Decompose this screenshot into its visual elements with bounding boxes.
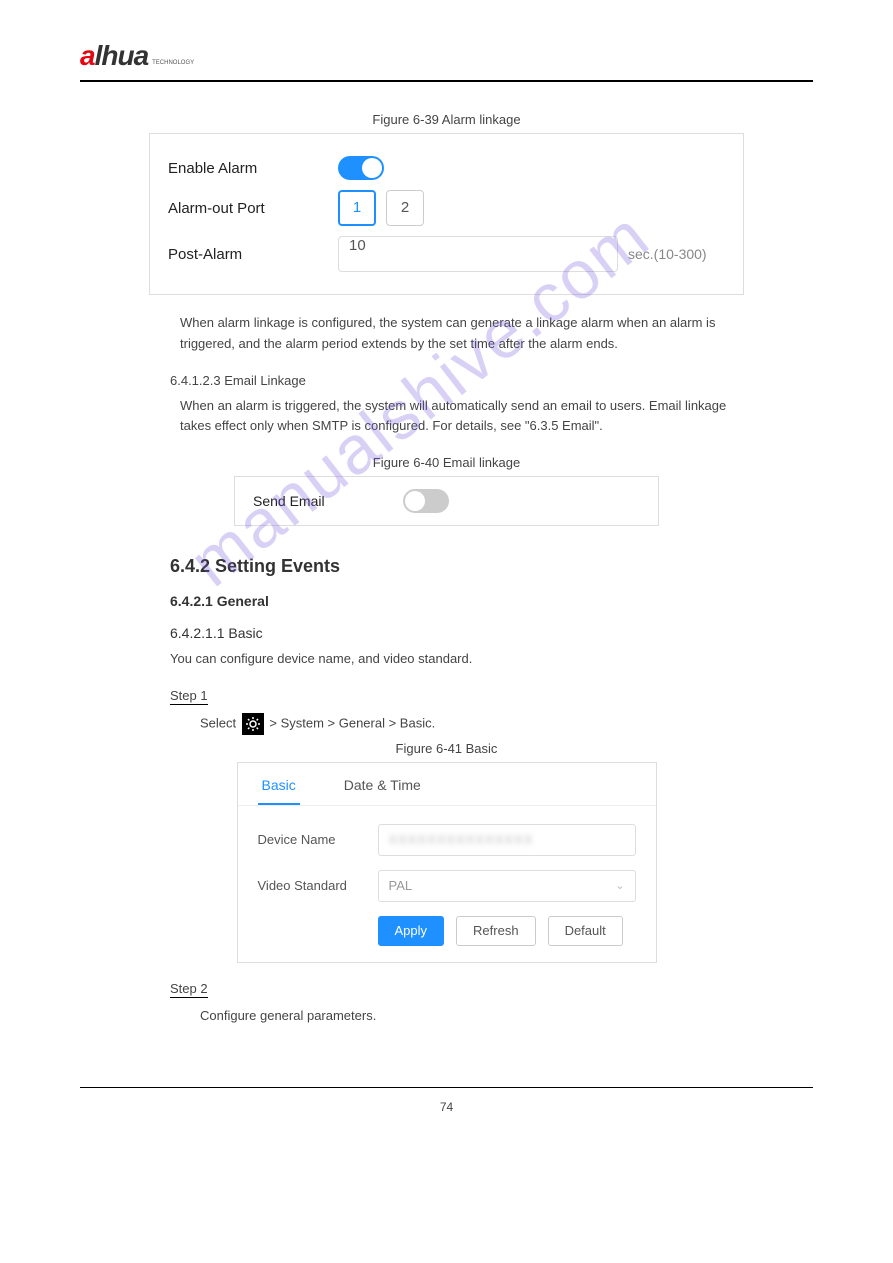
heading-general: 6.4.2.1 General bbox=[170, 593, 813, 609]
label-send-email: Send Email bbox=[253, 493, 403, 509]
step-1-suffix: > System > General > Basic. bbox=[269, 715, 435, 730]
label-video-standard: Video Standard bbox=[258, 878, 378, 893]
logo-letter-a: a bbox=[80, 40, 95, 71]
toggle-enable-alarm[interactable] bbox=[338, 156, 384, 180]
label-enable-alarm: Enable Alarm bbox=[168, 160, 338, 177]
heading-email-linkage: 6.4.1.2.3 Email Linkage bbox=[170, 373, 813, 388]
toggle-knob bbox=[405, 491, 425, 511]
suffix-post-alarm: sec.(10-300) bbox=[628, 246, 707, 262]
figure-caption-email-linkage: Figure 6-40 Email linkage bbox=[80, 455, 813, 470]
step-2-text: Configure general parameters. bbox=[200, 1006, 753, 1027]
input-post-alarm[interactable]: 10 bbox=[338, 236, 618, 272]
text-email-linkage-description: When an alarm is triggered, the system w… bbox=[180, 396, 753, 438]
figure-caption-basic: Figure 6-41 Basic bbox=[80, 741, 813, 756]
brand-logo: alhua bbox=[80, 40, 148, 72]
input-device-name[interactable]: XXXXXXXXXXXXXXX bbox=[378, 824, 636, 856]
footer-rule bbox=[80, 1087, 813, 1088]
device-name-value: XXXXXXXXXXXXXXX bbox=[389, 832, 534, 847]
gear-icon[interactable] bbox=[242, 713, 264, 735]
step-1-label: Step 1 bbox=[170, 688, 208, 705]
panel-basic-settings: Basic Date & Time Device Name XXXXXXXXXX… bbox=[237, 762, 657, 963]
tabs-row: Basic Date & Time bbox=[238, 763, 656, 806]
toggle-send-email[interactable] bbox=[403, 489, 449, 513]
refresh-button[interactable]: Refresh bbox=[456, 916, 536, 946]
panel-alarm-linkage: Enable Alarm Alarm-out Port 1 2 Post-Ala… bbox=[149, 133, 744, 295]
alarm-port-2-button[interactable]: 2 bbox=[386, 190, 424, 226]
text-basic-description: You can configure device name, and video… bbox=[170, 649, 753, 670]
step-2-label: Step 2 bbox=[170, 981, 208, 998]
chevron-down-icon: ⌄ bbox=[615, 879, 624, 892]
label-alarm-out-port: Alarm-out Port bbox=[168, 200, 338, 217]
tab-basic[interactable]: Basic bbox=[258, 763, 300, 805]
default-button[interactable]: Default bbox=[548, 916, 623, 946]
panel-email-linkage: Send Email bbox=[234, 476, 659, 526]
logo-subtext: TECHNOLOGY bbox=[152, 60, 194, 66]
tab-date-time[interactable]: Date & Time bbox=[340, 763, 425, 805]
step-1-prefix: Select bbox=[200, 715, 240, 730]
alarm-port-1-button[interactable]: 1 bbox=[338, 190, 376, 226]
step-1-text: Select > System > General > Basic. bbox=[200, 713, 753, 735]
header-logo-row: alhua TECHNOLOGY bbox=[80, 40, 813, 82]
figure-caption-alarm-linkage: Figure 6-39 Alarm linkage bbox=[80, 112, 813, 127]
text-alarm-linkage-description: When alarm linkage is configured, the sy… bbox=[180, 313, 753, 355]
label-post-alarm: Post-Alarm bbox=[168, 246, 338, 263]
toggle-knob bbox=[362, 158, 382, 178]
page-number: 74 bbox=[80, 1100, 813, 1114]
heading-setting-events: 6.4.2 Setting Events bbox=[170, 556, 813, 577]
logo-letters-hua: lhua bbox=[95, 40, 149, 71]
apply-button[interactable]: Apply bbox=[378, 916, 445, 946]
video-standard-value: PAL bbox=[389, 878, 413, 893]
heading-basic: 6.4.2.1.1 Basic bbox=[170, 625, 813, 641]
label-device-name: Device Name bbox=[258, 832, 378, 847]
select-video-standard[interactable]: PAL ⌄ bbox=[378, 870, 636, 902]
